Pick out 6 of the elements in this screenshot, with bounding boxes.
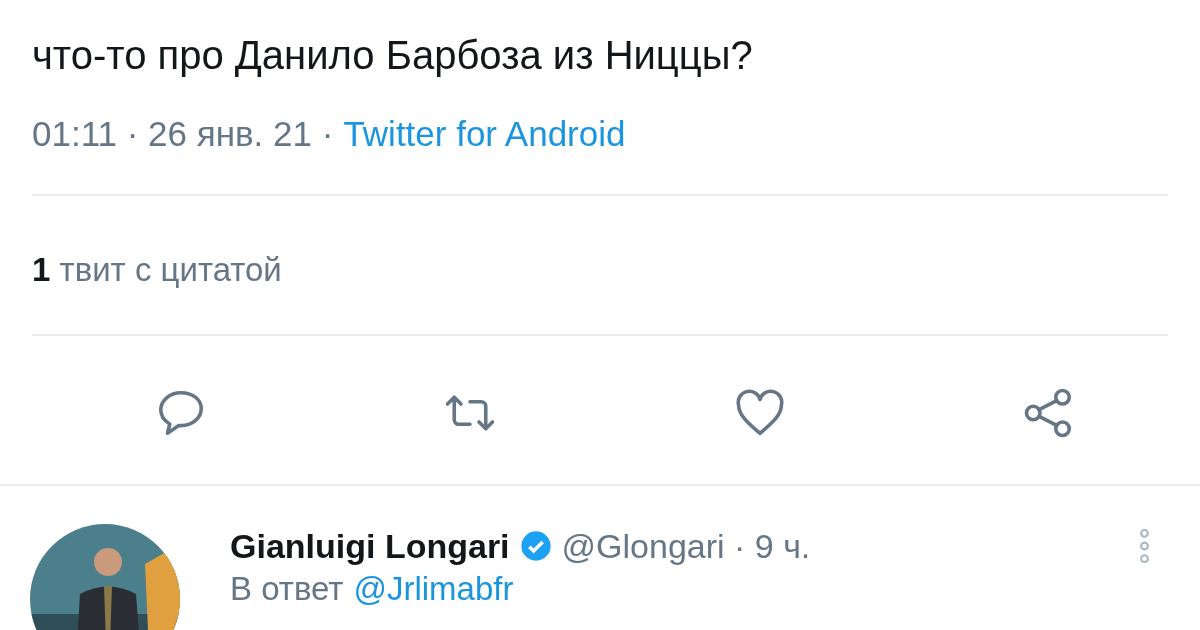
author-name[interactable]: Gianluigi Longari xyxy=(230,526,510,566)
tweet-text: что-то про Данило Барбоза из Ниццы? xyxy=(32,32,754,79)
reply-to-label: В ответ xyxy=(230,570,344,608)
quote-count-link[interactable]: 1 твит с цитатой xyxy=(32,251,282,288)
tweet-timestamp: 01:11 · 26 янв. 21 · xyxy=(32,113,334,155)
author-handle: @Glongari · 9 ч. xyxy=(561,526,811,566)
